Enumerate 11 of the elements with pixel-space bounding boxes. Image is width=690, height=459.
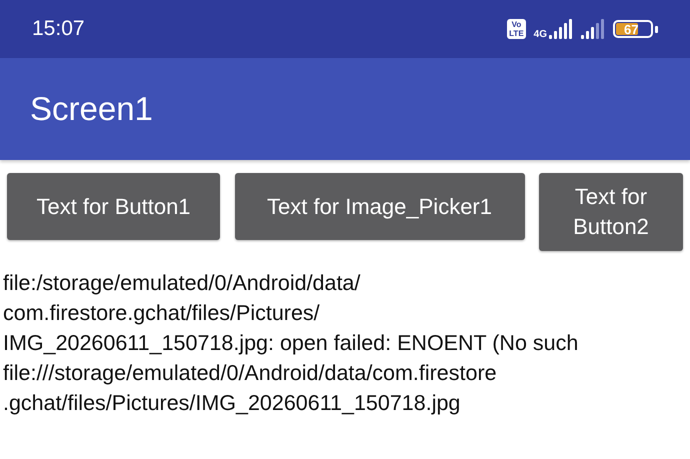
battery-icon: 67 [613, 20, 653, 38]
signal-icon [581, 19, 605, 39]
action-button[interactable]: Text for Image_Picker1 [234, 173, 524, 240]
clock-time: 15:07 [32, 17, 85, 41]
message-text: file:///storage/emulated/0/Android/data/com.firestore .gchat/files/Pictures/IMG_20260611_150718.jpg [2, 360, 498, 417]
screen-title: Screen1 [30, 90, 153, 128]
action-button[interactable]: Text for Button2 [539, 173, 683, 251]
signal-icon [549, 19, 573, 39]
action-button[interactable]: Text for Button1 [7, 173, 220, 240]
network-type: 4G [534, 28, 547, 40]
volte-icon: Vo LTE [507, 19, 526, 39]
